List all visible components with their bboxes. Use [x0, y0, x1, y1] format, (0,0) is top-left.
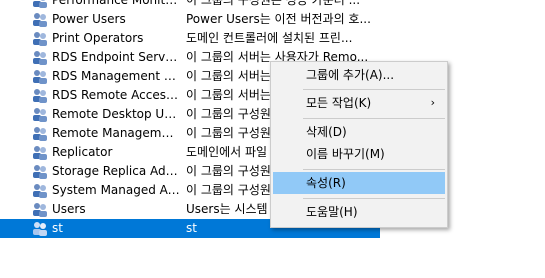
- menu-separator: [303, 89, 445, 90]
- group-icon: [33, 108, 47, 122]
- group-icon: [33, 13, 47, 27]
- group-icon: [33, 222, 47, 236]
- group-name: Power Users: [52, 12, 126, 26]
- menu-item-label: 이름 바꾸기(M): [306, 147, 385, 161]
- menu-item-label: 그룹에 추가(A)...: [306, 68, 395, 82]
- group-name: Performance Monitor...: [52, 0, 180, 7]
- group-icon: [33, 127, 47, 141]
- group-name: Remote Desktop Users: [52, 107, 180, 121]
- menu-separator: [303, 118, 445, 119]
- group-icon: [33, 184, 47, 198]
- group-name: Remote Management...: [52, 126, 180, 140]
- menu-separator: [303, 169, 445, 170]
- group-icon: [33, 32, 47, 46]
- group-icon: [33, 203, 47, 217]
- group-name: st: [52, 221, 63, 235]
- group-icon: [33, 165, 47, 179]
- group-description: 도메인 컨트롤러에 설치된 프린...: [186, 31, 353, 45]
- menu-item-delete[interactable]: 삭제(D): [273, 121, 445, 143]
- group-description: 이 그룹의 구성원은 성능 카운터 ...: [186, 0, 361, 7]
- menu-item-help[interactable]: 도움말(H): [273, 201, 445, 223]
- list-item-print-operators[interactable]: Print Operators 도메인 컨트롤러에 설치된 프린...: [0, 29, 380, 48]
- group-name: Print Operators: [52, 31, 144, 45]
- menu-separator: [303, 198, 445, 199]
- group-name: RDS Endpoint Servers: [52, 50, 180, 64]
- menu-item-all-tasks[interactable]: 모든 작업(K) ›: [273, 92, 445, 114]
- group-name: RDS Management Se...: [52, 69, 180, 83]
- group-icon: [33, 146, 47, 160]
- group-name: Storage Replica Admi...: [52, 164, 180, 178]
- group-name: Replicator: [52, 145, 113, 159]
- group-name: RDS Remote Access ...: [52, 88, 180, 102]
- group-icon: [33, 70, 47, 84]
- group-icon: [33, 89, 47, 103]
- list-item-performance-monitor[interactable]: Performance Monitor... 이 그룹의 구성원은 성능 카운터…: [0, 0, 380, 10]
- group-description: Power Users는 이전 버전과의 호...: [186, 12, 371, 26]
- menu-item-label: 도움말(H): [306, 205, 358, 219]
- group-name: System Managed Acc...: [52, 183, 180, 197]
- menu-item-label: 삭제(D): [306, 125, 347, 139]
- context-menu: 그룹에 추가(A)... 모든 작업(K) › 삭제(D) 이름 바꾸기(M) 속…: [270, 61, 448, 228]
- menu-item-label: 모든 작업(K): [306, 96, 372, 110]
- group-icon: [33, 51, 47, 65]
- group-name: Users: [52, 202, 86, 216]
- menu-item-rename[interactable]: 이름 바꾸기(M): [273, 143, 445, 165]
- chevron-right-icon: ›: [430, 96, 435, 109]
- list-item-power-users[interactable]: Power Users Power Users는 이전 버전과의 호...: [0, 10, 380, 29]
- menu-item-properties[interactable]: 속성(R): [273, 172, 445, 194]
- menu-item-add-to-group[interactable]: 그룹에 추가(A)...: [273, 64, 445, 86]
- group-icon: [33, 0, 47, 8]
- menu-item-label: 속성(R): [306, 176, 346, 190]
